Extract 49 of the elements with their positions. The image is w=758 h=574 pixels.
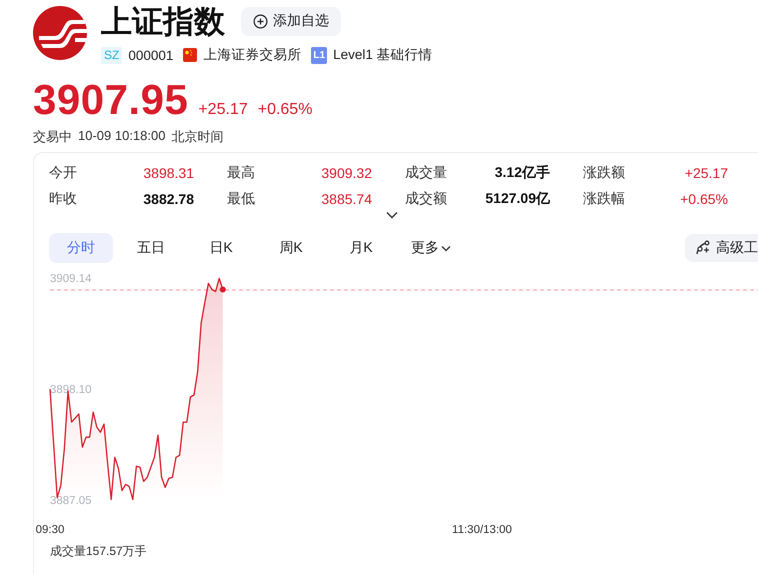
- stat-value: 3909.32: [321, 165, 372, 181]
- stat-label: 最高: [227, 164, 255, 182]
- stat-label: 最低: [227, 190, 255, 208]
- flag-icon: [183, 48, 198, 62]
- stat-label: 成交额: [405, 190, 447, 208]
- axis-label: 3898.10: [50, 384, 92, 396]
- exchange-name: 上海证券交易所: [203, 46, 302, 64]
- volume-label: 成交量157.57万手: [50, 544, 147, 557]
- stat-value: 3885.74: [321, 191, 372, 207]
- stat-label: 昨收: [49, 190, 77, 208]
- stat-value: 5127.09亿: [485, 190, 550, 208]
- stat-label: 今开: [49, 164, 77, 182]
- percent-change: +0.65%: [258, 100, 312, 120]
- market-badge: SZ: [101, 46, 122, 64]
- index-title: 上证指数: [101, 5, 225, 39]
- stat-label: 成交量: [405, 164, 447, 182]
- stat-value: 3.12亿手: [494, 164, 550, 182]
- axis-label: 09:30: [36, 524, 64, 536]
- period-tab[interactable]: 周K: [259, 233, 323, 263]
- stat-label: 涨跌幅: [583, 190, 625, 208]
- trading-status: 交易中: [33, 128, 72, 146]
- add-icon: [253, 14, 268, 28]
- quote-time: 10-09 10:18:00: [78, 128, 166, 145]
- axis-label: 3909.14: [50, 273, 92, 285]
- logo-icon: [33, 6, 87, 60]
- add-watchlist-button[interactable]: 添加自选: [241, 6, 341, 36]
- period-tab[interactable]: 分时: [49, 233, 113, 263]
- curve-icon: [695, 240, 711, 256]
- current-point: [220, 286, 226, 292]
- period-tab[interactable]: 月K: [329, 233, 393, 263]
- stat-value: 3882.78: [143, 191, 194, 207]
- chevron-down-icon[interactable]: [386, 211, 398, 219]
- advanced-tools-button[interactable]: 高级工: [685, 234, 758, 262]
- period-tab[interactable]: 五日: [119, 233, 183, 263]
- caret-icon: [441, 244, 451, 252]
- period-tab[interactable]: 日K: [189, 233, 253, 263]
- axis-label: 11:30/13:00: [452, 524, 512, 536]
- period-tab[interactable]: 更多: [399, 233, 463, 263]
- stat-value: +25.17: [684, 165, 728, 181]
- last-price: 3907.95: [33, 78, 188, 122]
- axis-label: 3887.05: [50, 495, 92, 507]
- price-change: +25.17: [198, 100, 248, 120]
- stat-value: +0.65%: [680, 191, 728, 207]
- stat-label: 涨跌额: [583, 164, 625, 182]
- timezone-label: 北京时间: [171, 128, 224, 146]
- quote-level: Level1 基础行情: [333, 46, 433, 64]
- stat-value: 3898.31: [143, 165, 194, 181]
- level-badge: L1: [311, 46, 328, 64]
- stock-code: 000001: [128, 48, 174, 62]
